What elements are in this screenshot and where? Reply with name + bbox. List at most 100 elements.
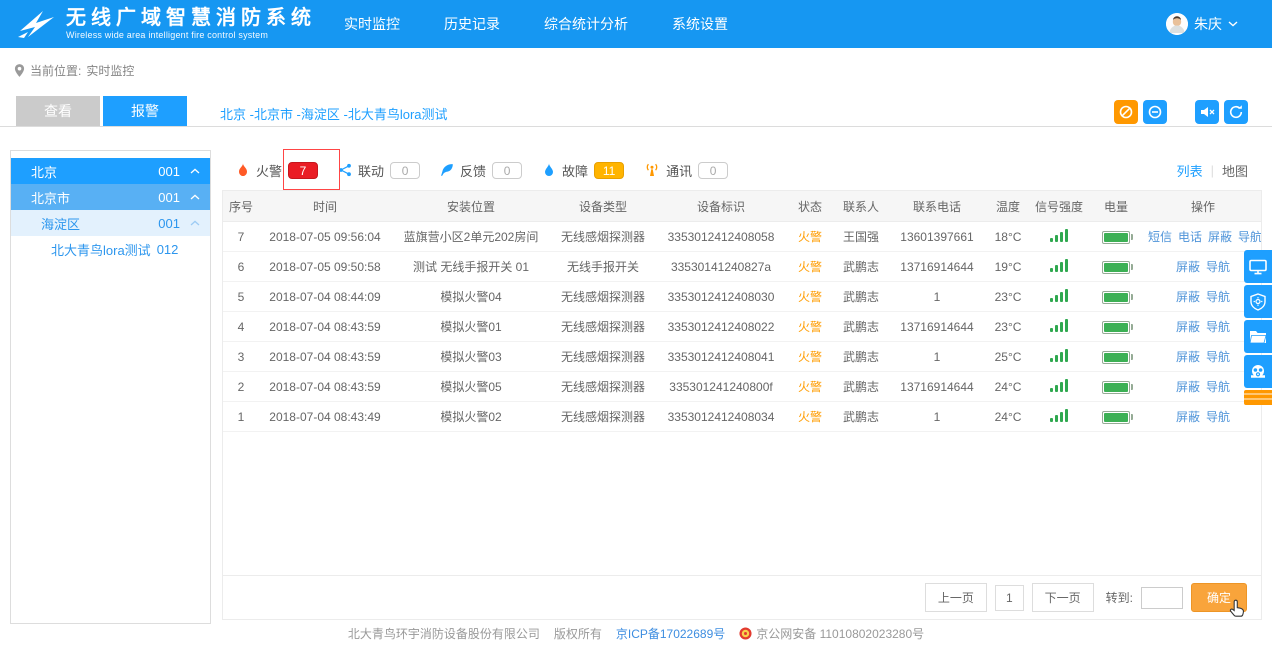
battery-icon <box>1102 261 1130 274</box>
action-shield[interactable]: 屏蔽 <box>1176 410 1200 424</box>
cell-signal <box>1031 409 1087 425</box>
action-navigate[interactable]: 导航 <box>1206 410 1230 424</box>
action-navigate[interactable]: 导航 <box>1206 290 1230 304</box>
action-shield[interactable]: 屏蔽 <box>1176 260 1200 274</box>
filter-label: 火警 <box>256 161 282 180</box>
table-header: 序号 时间 安装位置 设备类型 设备标识 状态 联系人 联系电话 温度 信号强度… <box>223 191 1261 222</box>
filter-comm[interactable]: 通讯 0 <box>644 161 728 180</box>
cell-device-type: 无线感烟探测器 <box>551 288 655 305</box>
filter-fault[interactable]: 故障 11 <box>542 161 624 180</box>
filter-fire[interactable]: 火警 7 <box>236 161 318 180</box>
action-shield[interactable]: 屏蔽 <box>1208 230 1232 244</box>
refresh-button[interactable] <box>1224 100 1248 124</box>
filter-count-badge: 0 <box>698 162 728 179</box>
monitor-button[interactable] <box>1244 250 1272 283</box>
forbid-button[interactable] <box>1114 100 1138 124</box>
tree-label: 海淀区 <box>41 214 80 233</box>
battery-icon <box>1102 351 1130 364</box>
col-device-id: 设备标识 <box>655 198 787 215</box>
cell-phone: 13716914644 <box>889 320 985 334</box>
action-shield[interactable]: 屏蔽 <box>1176 350 1200 364</box>
action-navigate[interactable]: 导航 <box>1206 350 1230 364</box>
filter-linkage[interactable]: 联动 0 <box>338 161 420 180</box>
alarm-table-panel: 序号 时间 安装位置 设备类型 设备标识 状态 联系人 联系电话 温度 信号强度… <box>222 190 1262 620</box>
tree-item-lora-test[interactable]: 北大青鸟lora测试 012 <box>11 236 210 262</box>
cell-location: 模拟火警02 <box>391 408 551 425</box>
cell-signal <box>1031 289 1087 305</box>
action-shield[interactable]: 屏蔽 <box>1176 320 1200 334</box>
page: 无线广域智慧消防系统 Wireless wide area intelligen… <box>0 0 1272 649</box>
status-badge: 火警 <box>787 288 833 305</box>
action-shield[interactable]: 屏蔽 <box>1176 290 1200 304</box>
signal-strength-icon <box>1050 229 1068 242</box>
cell-time: 2018-07-05 09:50:58 <box>259 260 391 274</box>
action-call[interactable]: 电话 <box>1178 230 1202 244</box>
linkage-icon <box>338 163 352 177</box>
cell-device-type: 无线感烟探测器 <box>551 228 655 245</box>
pagination: 上一页 1 下一页 转到: 确定 <box>223 575 1261 619</box>
cell-temp: 24°C <box>985 380 1031 394</box>
signal-strength-icon <box>1050 319 1068 332</box>
tree-item-haidian[interactable]: 海淀区 001 <box>11 210 210 236</box>
nav-realtime-monitor[interactable]: 实时监控 <box>344 14 400 34</box>
app-title: 无线广域智慧消防系统 <box>66 7 316 29</box>
cell-contact: 武鹏志 <box>833 318 889 335</box>
shield-settings-button[interactable] <box>1244 285 1272 318</box>
view-list-link[interactable]: 列表 <box>1177 161 1203 180</box>
cell-temp: 18°C <box>985 230 1031 244</box>
tree-count: 001 <box>158 164 180 179</box>
nav-settings[interactable]: 系统设置 <box>672 14 728 34</box>
next-page-button[interactable]: 下一页 <box>1032 583 1094 612</box>
tree-count: 001 <box>158 190 180 205</box>
assistant-banner[interactable] <box>1244 390 1272 405</box>
view-map-link[interactable]: 地图 <box>1222 161 1248 180</box>
breadcrumb: 当前位置: 实时监控 <box>14 62 134 79</box>
cell-device-id: 3353012412408058 <box>655 230 787 244</box>
tree-item-beijing[interactable]: 北京 001 <box>11 158 210 184</box>
filter-count-badge: 11 <box>594 162 624 179</box>
tree-count: 012 <box>157 242 179 257</box>
footer-icp-link[interactable]: 京ICP备17022689号 <box>616 625 725 642</box>
cell-phone: 1 <box>889 350 985 364</box>
cell-phone: 1 <box>889 410 985 424</box>
cell-battery <box>1087 229 1145 243</box>
tree-item-beijing-city[interactable]: 北京市 001 <box>11 184 210 210</box>
mute-button[interactable] <box>1195 100 1219 124</box>
status-badge: 火警 <box>787 348 833 365</box>
user-menu[interactable]: 朱庆 <box>1166 13 1238 35</box>
logo-icon <box>16 6 58 42</box>
folder-button[interactable] <box>1244 320 1272 353</box>
cell-location: 模拟火警01 <box>391 318 551 335</box>
nav-history[interactable]: 历史记录 <box>444 14 500 34</box>
cell-device-id: 335301241240800f <box>655 380 787 394</box>
nav-statistics[interactable]: 综合统计分析 <box>544 14 628 34</box>
cell-contact: 武鹏志 <box>833 288 889 305</box>
mute-icon <box>1199 104 1215 120</box>
prev-page-button[interactable]: 上一页 <box>925 583 987 612</box>
action-navigate[interactable]: 导航 <box>1206 320 1230 334</box>
goto-label: 转到: <box>1106 589 1133 606</box>
action-shield[interactable]: 屏蔽 <box>1176 380 1200 394</box>
minus-button[interactable] <box>1143 100 1167 124</box>
goto-page-input[interactable] <box>1141 587 1183 609</box>
minus-circle-icon <box>1147 104 1163 120</box>
cell-location: 蓝旗营小区2单元202房间 <box>391 228 551 245</box>
tab-alarm[interactable]: 报警 <box>103 96 187 126</box>
cell-actions: 短信电话屏蔽导航 <box>1145 228 1261 245</box>
action-navigate[interactable]: 导航 <box>1206 380 1230 394</box>
col-status: 状态 <box>787 198 833 215</box>
alarm-filters: 火警 7 联动 0 反馈 0 故障 11 通讯 0 列表 | 地图 <box>222 154 1262 186</box>
region-path: 北京 -北京市 -海淀区 -北大青鸟lora测试 <box>220 104 448 123</box>
divider <box>0 126 1272 127</box>
cell-contact: 王国强 <box>833 228 889 245</box>
action-navigate[interactable]: 导航 <box>1206 260 1230 274</box>
page-number[interactable]: 1 <box>995 585 1024 611</box>
shield-gear-icon <box>1249 293 1267 311</box>
gas-mask-button[interactable] <box>1244 355 1272 388</box>
tab-view[interactable]: 查看 <box>16 96 100 126</box>
cell-signal <box>1031 349 1087 365</box>
filter-feedback[interactable]: 反馈 0 <box>440 161 522 180</box>
action-navigate[interactable]: 导航 <box>1238 230 1261 244</box>
confirm-button[interactable]: 确定 <box>1191 583 1247 612</box>
action-sms[interactable]: 短信 <box>1148 230 1172 244</box>
